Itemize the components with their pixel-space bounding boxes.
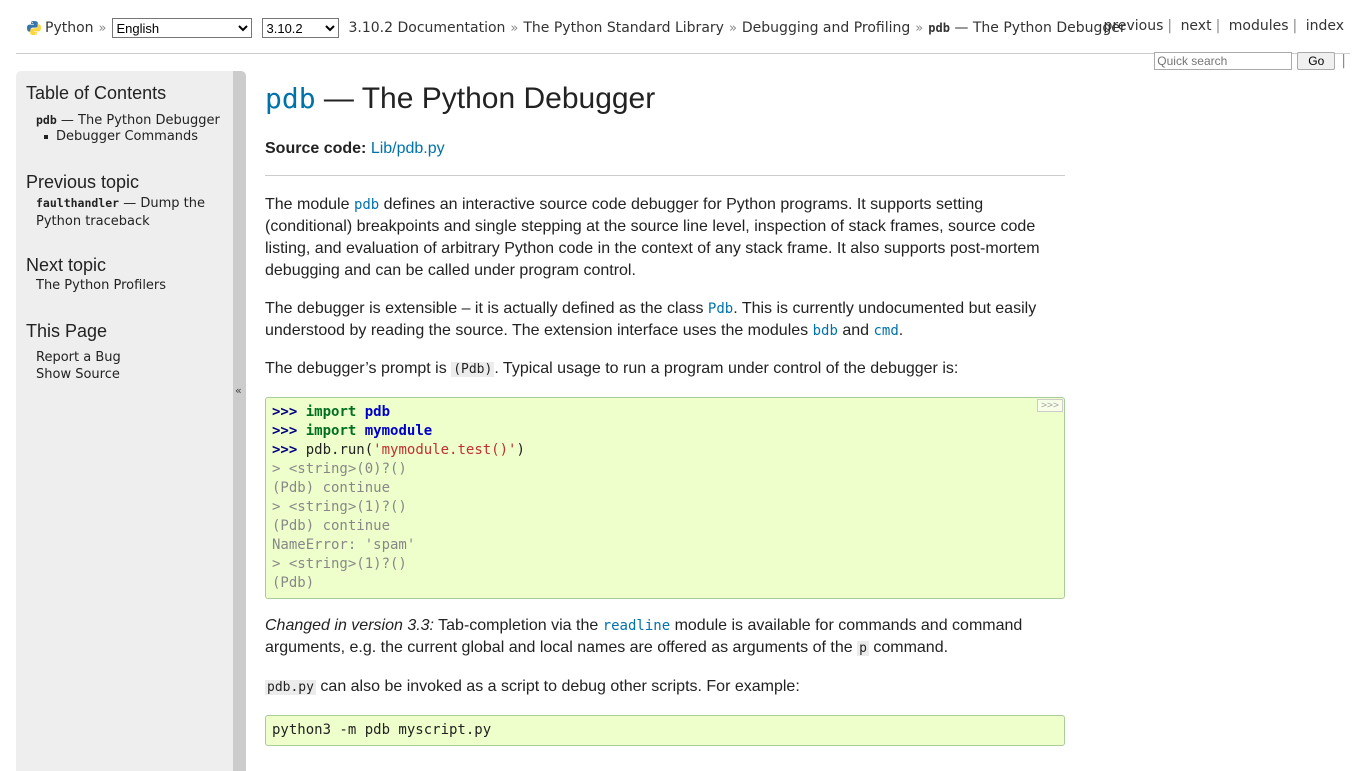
show-source-link[interactable]: Show Source (36, 366, 221, 384)
pdb-ref-link[interactable]: pdb (354, 197, 379, 213)
separator: | (1341, 53, 1346, 69)
toc-heading: Table of Contents (26, 83, 167, 103)
divider (265, 175, 1065, 176)
breadcrumb-docs-link[interactable]: 3.10.2 Documentation (349, 20, 506, 36)
next-topic-link[interactable]: The Python Profilers (36, 277, 221, 295)
breadcrumb-debugging-link[interactable]: Debugging and Profiling (742, 20, 910, 36)
sidebar-collapse-button[interactable]: « (233, 71, 246, 771)
search-input[interactable] (1154, 52, 1293, 70)
bullet-icon (44, 134, 48, 139)
modules-link[interactable]: modules (1229, 18, 1289, 34)
cmd-link[interactable]: cmd (874, 323, 899, 339)
previous-topic-heading: Previous topic (26, 172, 140, 192)
breadcrumb-current: pdb — The Python Debugger (928, 20, 1126, 36)
readline-link[interactable]: readline (603, 618, 670, 634)
page-title: pdb — The Python Debugger (265, 82, 656, 115)
search-box: Go | (1154, 52, 1346, 70)
source-code-link[interactable]: Lib/pdb.py (371, 140, 445, 157)
source-code-line: Source code: Lib/pdb.py (265, 140, 445, 157)
intro-paragraph: The module pdb defines an interactive so… (265, 196, 1040, 279)
shell-command: python3 -m pdb myscript.py (272, 722, 492, 738)
this-page-heading: This Page (26, 321, 108, 341)
sidebar: Table of Contents pdb — The Python Debug… (16, 71, 233, 771)
python-logo-icon[interactable] (26, 20, 42, 36)
previous-link[interactable]: previous (1104, 18, 1164, 34)
pdb-class-link[interactable]: Pdb (708, 301, 733, 317)
breadcrumb: Python » English 3.10.2 3.10.2 Documenta… (26, 18, 1126, 38)
prompt-paragraph: The debugger’s prompt is (Pdb). Typical … (265, 360, 959, 377)
code-example: >>> import pdb >>> import mymodule >>> p… (272, 404, 525, 591)
copy-button[interactable]: >>> (1036, 399, 1063, 412)
shell-example-block: python3 -m pdb myscript.py (265, 715, 1065, 746)
toc-item-debugger-commands[interactable]: Debugger Commands (44, 129, 198, 144)
breadcrumb-separator: » (510, 20, 519, 36)
breadcrumb-separator: » (728, 20, 737, 36)
bdb-link[interactable]: bdb (813, 323, 838, 339)
index-link[interactable]: index (1306, 18, 1344, 34)
main-content: pdb — The Python Debugger Source code: L… (265, 70, 1065, 762)
breadcrumb-separator: » (915, 20, 924, 36)
language-select[interactable]: English (111, 18, 252, 38)
search-go-button[interactable]: Go (1297, 52, 1336, 70)
top-navigation-bar: Python » English 3.10.2 3.10.2 Documenta… (16, 0, 1350, 54)
breadcrumb-separator: » (98, 20, 107, 36)
version-select[interactable]: 3.10.2 (261, 18, 339, 38)
script-usage-paragraph: pdb.py can also be invoked as a script t… (265, 678, 800, 695)
code-example-block: >>> >>> import pdb >>> import mymodule >… (265, 397, 1065, 599)
python-home-link[interactable]: Python (45, 20, 94, 36)
next-topic-heading: Next topic (26, 255, 107, 275)
report-bug-link[interactable]: Report a Bug (36, 349, 221, 367)
extensible-paragraph: The debugger is extensible – it is actua… (265, 300, 1037, 339)
changed-note-paragraph: Changed in version 3.3: Tab-completion v… (265, 617, 1023, 656)
related-navigation: previous | next | modules | index (1103, 18, 1344, 34)
next-link[interactable]: next (1181, 18, 1212, 34)
collapse-icon: « (235, 384, 242, 397)
breadcrumb-stdlib-link[interactable]: The Python Standard Library (523, 20, 724, 36)
toc-item-pdb[interactable]: pdb — The Python Debugger (36, 111, 221, 130)
previous-topic-link[interactable]: faulthandler — Dump the Python traceback (36, 194, 221, 231)
